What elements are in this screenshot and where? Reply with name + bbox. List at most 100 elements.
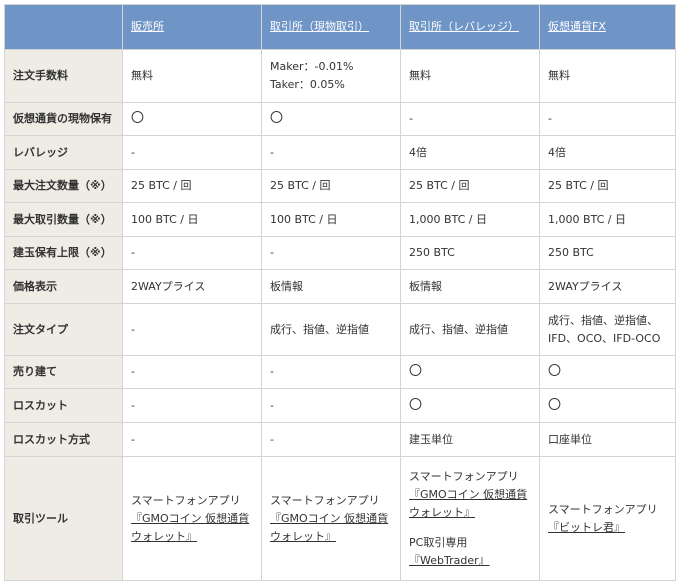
header-corner-cell <box>4 4 123 50</box>
tools-app-label: スマートフォンアプリ <box>131 493 241 507</box>
circle-mark: 〇 <box>270 111 284 126</box>
row-label: ロスカット <box>4 388 123 423</box>
cell-text: - <box>131 432 135 446</box>
pc-only-label: PC取引専用 <box>409 535 468 549</box>
table-row: 注文手数料 無料 Maker：-0.01% Taker：0.05% 無料 無料 <box>4 49 676 103</box>
cell-exchange-leverage: 無料 <box>400 49 540 103</box>
row-label: 最大注文数量（※） <box>4 169 123 203</box>
cell-text: 25 BTC / 回 <box>270 179 331 192</box>
cell-sales-office: - <box>122 355 262 389</box>
table-row: 最大注文数量（※） 25 BTC / 回 25 BTC / 回 25 BTC / 回 2… <box>4 169 676 203</box>
cell-text: 25 BTC / 回 <box>131 179 192 192</box>
cell-text: 4倍 <box>548 145 566 159</box>
bitore-kun-link[interactable]: 『ビットレ君』 <box>548 519 667 537</box>
row-label-trading-tools: 取引ツール <box>4 456 123 581</box>
comparison-page: 販売所 取引所（現物取引） 取引所（レバレッジ） 仮想通貨FX 注文手数料 無料 M… <box>0 0 680 581</box>
cell-text: 25 BTC / 回 <box>548 179 609 192</box>
cell-exchange-leverage: 1,000 BTC / 日 <box>400 202 540 237</box>
cell-sales-office: - <box>122 303 262 356</box>
cell-sales-office: - <box>122 135 262 170</box>
row-label: 価格表示 <box>4 269 123 304</box>
circle-mark: 〇 <box>548 364 562 379</box>
circle-mark: 〇 <box>409 364 423 379</box>
cell-exchange-spot: - <box>261 422 401 457</box>
cell-text: 無料 <box>548 69 570 82</box>
cell-exchange-spot: - <box>261 355 401 389</box>
cell-crypto-fx: 25 BTC / 回 <box>539 169 676 203</box>
cell-text: 無料 <box>131 69 153 82</box>
row-label: ロスカット方式 <box>4 422 123 457</box>
webtrader-link[interactable]: 『WebTrader』 <box>409 552 531 570</box>
header-link-exchange-leverage[interactable]: 取引所（レバレッジ） <box>409 20 519 33</box>
cell-text: - <box>131 365 135 378</box>
cell-exchange-leverage: - <box>400 102 540 136</box>
table-row: ロスカット方式 - - 建玉単位 口座単位 <box>4 422 676 457</box>
header-col-sales-office: 販売所 <box>122 4 262 50</box>
cell-exchange-leverage: 250 BTC <box>400 236 540 270</box>
cell-exchange-spot: Maker：-0.01% Taker：0.05% <box>261 49 401 103</box>
cell-text: - <box>270 365 274 378</box>
table-header-row: 販売所 取引所（現物取引） 取引所（レバレッジ） 仮想通貨FX <box>4 4 676 50</box>
cell-sales-office: - <box>122 236 262 270</box>
cell-exchange-leverage: 〇 <box>400 355 540 389</box>
cell-crypto-fx: 2WAYプライス <box>539 269 676 304</box>
cell-sales-office: 無料 <box>122 49 262 103</box>
cell-text: - <box>409 112 413 125</box>
cell-crypto-fx: 4倍 <box>539 135 676 170</box>
wallet-app-link-line2[interactable]: ウォレット』 <box>131 528 253 546</box>
table-row: 仮想通貨の現物保有〇〇 - - <box>4 102 676 136</box>
cell-text: 25 BTC / 回 <box>409 179 470 192</box>
wallet-app-link-line2[interactable]: ウォレット』 <box>409 504 531 522</box>
cell-text: 建玉単位 <box>409 432 453 446</box>
header-link-exchange-spot[interactable]: 取引所（現物取引） <box>270 20 369 33</box>
cell-crypto-fx: 無料 <box>539 49 676 103</box>
cell-exchange-spot: - <box>261 135 401 170</box>
cell-sales-office: - <box>122 388 262 423</box>
tools-cell-exchange-leverage: スマートフォンアプリ 『GMOコイン 仮想通貨 ウォレット』 PC取引専用 『W… <box>400 456 540 581</box>
cell-sales-office: 2WAYプライス <box>122 269 262 304</box>
cell-text: - <box>131 398 135 412</box>
circle-mark: 〇 <box>548 397 562 413</box>
header-link-sales-office[interactable]: 販売所 <box>131 20 164 33</box>
table-row: 注文タイプ - 成行、指値、逆指値 成行、指値、逆指値 成行、指値、逆指値、 IFD、OC… <box>4 303 676 356</box>
cell-exchange-leverage: 25 BTC / 回 <box>400 169 540 203</box>
circle-mark: 〇 <box>131 111 145 126</box>
row-label: 建玉保有上限（※） <box>4 236 123 270</box>
cell-crypto-fx: 〇 <box>539 388 676 423</box>
header-link-crypto-fx[interactable]: 仮想通貨FX <box>548 20 606 33</box>
tools-cell-exchange-spot: スマートフォンアプリ 『GMOコイン 仮想通貨 ウォレット』 <box>261 456 401 581</box>
cell-crypto-fx: 成行、指値、逆指値、 IFD、OCO、IFD-OCO <box>539 303 676 356</box>
table-body: 注文手数料 無料 Maker：-0.01% Taker：0.05% 無料 無料 仮想通貨の現… <box>4 49 676 581</box>
row-label: レバレッジ <box>4 135 123 170</box>
cell-exchange-spot: - <box>261 236 401 270</box>
cell-exchange-spot: 〇 <box>261 102 401 136</box>
row-label: 売り建て <box>4 355 123 389</box>
table-row: 価格表示 2WAYプライス 板情報 板情報 2WAYプライス <box>4 269 676 304</box>
cell-exchange-spot: 25 BTC / 回 <box>261 169 401 203</box>
cell-text: 成行、指値、逆指値 <box>409 322 508 336</box>
table-row: レバレッジ - -4倍 4倍 <box>4 135 676 170</box>
cell-sales-office: - <box>122 422 262 457</box>
wallet-app-link-line1[interactable]: 『GMOコイン 仮想通貨 <box>131 510 253 528</box>
tools-app-label: スマートフォンアプリ <box>409 469 519 483</box>
cell-crypto-fx: 1,000 BTC / 日 <box>539 202 676 237</box>
wallet-app-link-line1[interactable]: 『GMOコイン 仮想通貨 <box>270 510 392 528</box>
cell-crypto-fx: 〇 <box>539 355 676 389</box>
tools-app-label: スマートフォンアプリ <box>548 502 658 516</box>
tools-app-label: スマートフォンアプリ <box>270 493 380 507</box>
cell-exchange-leverage: 板情報 <box>400 269 540 304</box>
cell-sales-office: 〇 <box>122 102 262 136</box>
cell-text: - <box>270 246 274 259</box>
wallet-app-link-line2[interactable]: ウォレット』 <box>270 528 392 546</box>
cell-text: 4倍 <box>409 145 427 159</box>
row-label: 仮想通貨の現物保有 <box>4 102 123 136</box>
cell-exchange-leverage: 〇 <box>400 388 540 423</box>
cell-text: 100 BTC / 日 <box>131 212 199 226</box>
table-row-trading-tools: 取引ツール スマートフォンアプリ 『GMOコイン 仮想通貨 ウォレット』 スマー… <box>4 456 676 581</box>
wallet-app-link-line1[interactable]: 『GMOコイン 仮想通貨 <box>409 486 531 504</box>
row-label: 注文手数料 <box>4 49 123 103</box>
cell-crypto-fx: 口座単位 <box>539 422 676 457</box>
cell-crypto-fx: 250 BTC <box>539 236 676 270</box>
cell-text: 2WAYプライス <box>548 279 623 293</box>
cell-text: 成行、指値、逆指値 <box>270 322 369 336</box>
